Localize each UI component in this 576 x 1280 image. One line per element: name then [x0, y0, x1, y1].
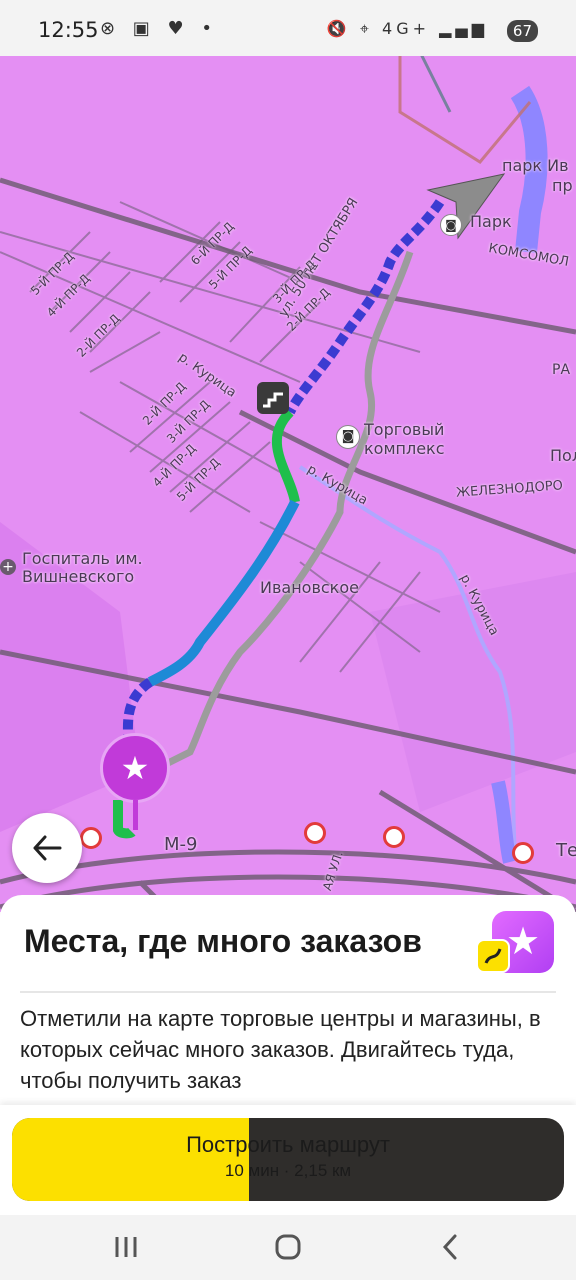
map-label-park-ivan-2: пр [552, 176, 573, 195]
recent-apps-icon [115, 1237, 137, 1257]
status-bar: 12:55 ⊗ ▣ ♥ • 🔇 ⌖ 4G+ ▂▄▆ 67 [0, 0, 576, 56]
speed-camera-icon [512, 842, 534, 864]
home-icon [275, 1234, 301, 1260]
back-icon [442, 1234, 457, 1260]
map-label-m9: М-9 [164, 834, 198, 855]
battery-badge: 67 [506, 20, 538, 42]
map-label-ra: РА [552, 362, 571, 378]
route-badge-icon [476, 939, 510, 973]
system-back-button[interactable] [430, 1231, 470, 1263]
back-button[interactable] [12, 813, 82, 883]
map-label-te: Те [556, 840, 576, 861]
map-label-park: Парк [470, 212, 512, 231]
home-button[interactable] [268, 1231, 308, 1263]
notification-icons: ⊗ ▣ ♥ • [100, 18, 219, 39]
sheet-title: Места, где много заказов [24, 923, 422, 959]
star-icon: ★ [120, 749, 150, 787]
system-icons: 🔇 ⌖ 4G+ ▂▄▆ [326, 19, 488, 38]
plus-icon: + [0, 559, 16, 575]
map-label-trade-center: Торговый комплекс [364, 420, 445, 458]
arrow-left-icon [33, 835, 62, 861]
map-label-ivanovskoe: Ивановское [260, 578, 359, 597]
map-label-park-ivan: парк Ив [502, 156, 569, 175]
stairs-icon [257, 382, 289, 414]
marker-pin [133, 800, 138, 830]
shopping-bag-icon: ◙ [336, 425, 360, 449]
speed-camera-icon [80, 827, 102, 849]
build-route-button[interactable]: Построить маршрут 10 мин · 2,15 км [12, 1118, 564, 1201]
map-label-hospital: Госпиталь им. Вишневского [22, 549, 143, 586]
cta-label: Построить маршрут [186, 1132, 390, 1157]
speed-camera-icon [304, 822, 326, 844]
system-nav-bar [0, 1215, 576, 1280]
map-label-pol: Пол [550, 446, 576, 465]
status-time: 12:55 [38, 18, 99, 42]
speed-camera-icon [383, 826, 405, 848]
sheet-description: Отметили на карте торговые центры и мага… [20, 1006, 541, 1093]
map-canvas [0, 52, 576, 912]
order-hotspot-marker[interactable]: ★ [100, 733, 170, 803]
shopping-bag-icon: ◙ [440, 214, 462, 236]
recent-apps-button[interactable] [106, 1231, 146, 1263]
divider [20, 991, 556, 993]
cta-subtitle: 10 мин · 2,15 км [224, 1161, 352, 1180]
map-view[interactable]: ★ ◙ ◙ + ул. 50 ЛЕТ ОКТЯБРЯ Парк парк Ив … [0, 52, 576, 912]
